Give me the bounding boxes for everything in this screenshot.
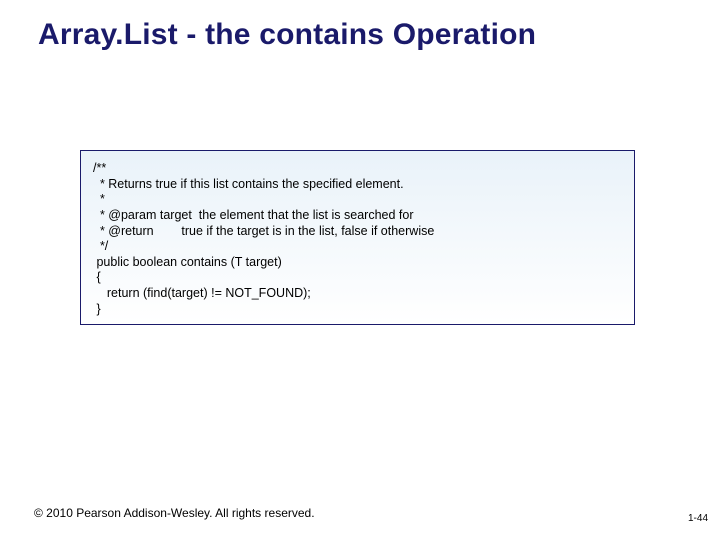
slide: Array.List - the contains Operation /** … — [0, 0, 720, 540]
copyright-text: © 2010 Pearson Addison-Wesley. All right… — [34, 506, 315, 520]
code-line: return (find(target) != NOT_FOUND); — [93, 286, 622, 302]
code-line: * @param target the element that the lis… — [93, 208, 622, 224]
code-line: * Returns true if this list contains the… — [93, 177, 622, 193]
code-line: } — [93, 302, 622, 318]
code-line: /** — [93, 161, 622, 177]
code-line: { — [93, 270, 622, 286]
slide-title: Array.List - the contains Operation — [38, 18, 690, 52]
code-line: * — [93, 192, 622, 208]
code-line: * @return true if the target is in the l… — [93, 224, 622, 240]
code-line: */ — [93, 239, 622, 255]
code-block: /** * Returns true if this list contains… — [80, 150, 635, 325]
code-line: public boolean contains (T target) — [93, 255, 622, 271]
page-number: 1-44 — [688, 513, 708, 524]
